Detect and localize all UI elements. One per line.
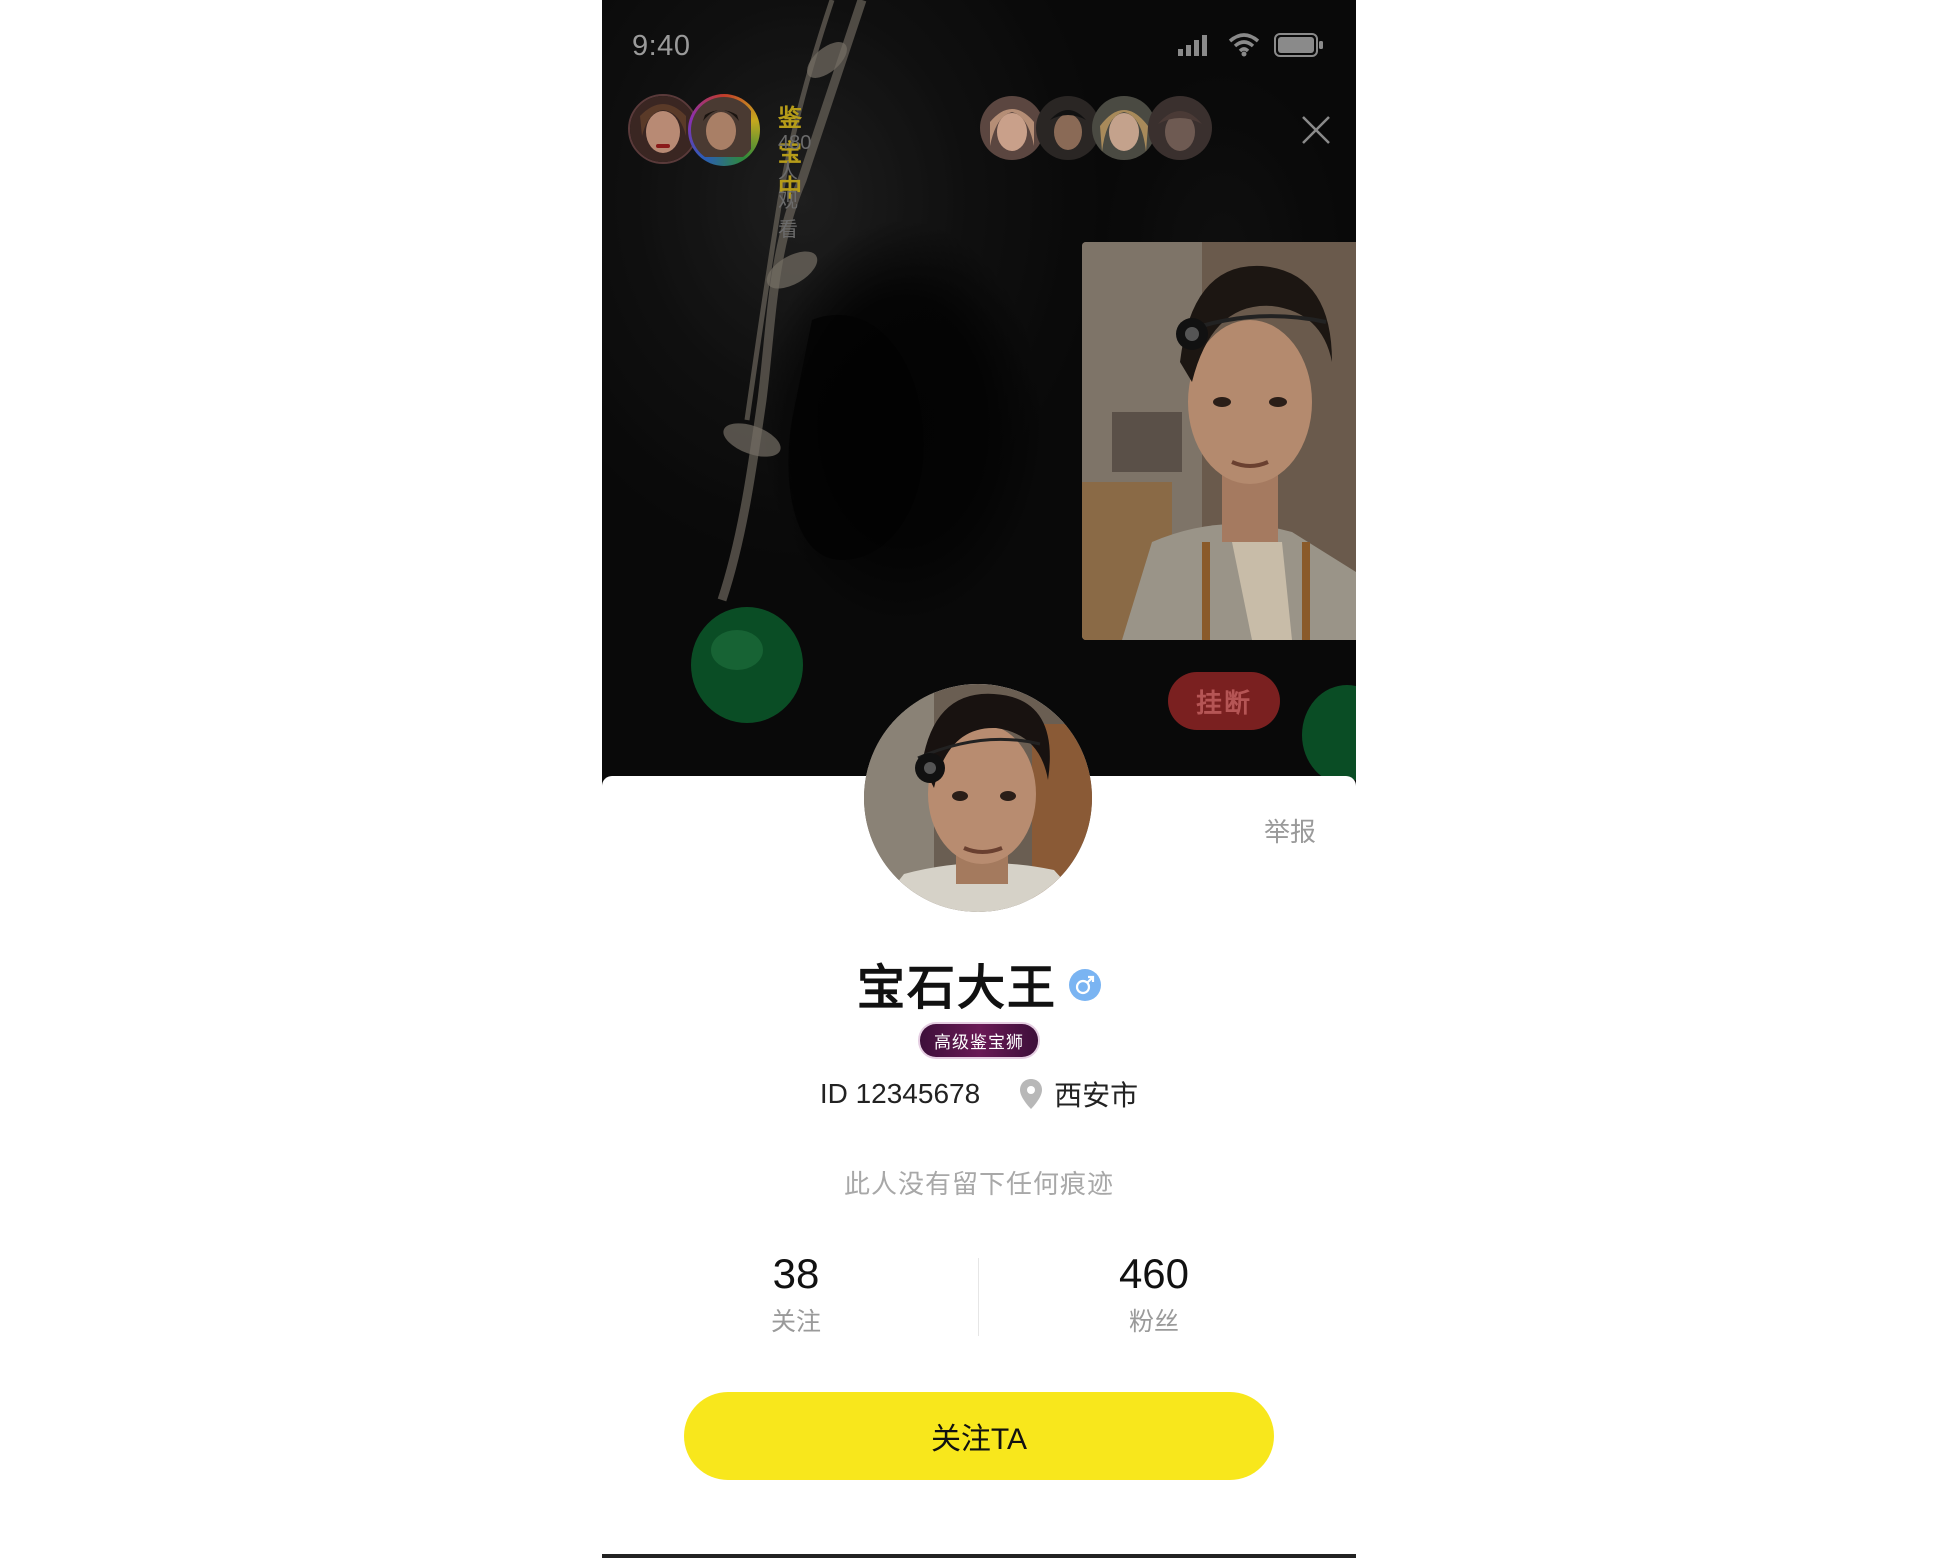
wifi-icon <box>1228 33 1260 57</box>
bottom-edge <box>602 1554 1356 1558</box>
profile-location: 西安市 <box>1020 1074 1138 1114</box>
stat-following-label: 关注 <box>770 1308 821 1336</box>
profile-meta-row: ID 12345678 西安市 <box>602 1074 1356 1114</box>
appraiser-video-pip[interactable] <box>1082 242 1356 640</box>
profile-bio: 此人没有留下任何痕迹 <box>843 1169 1114 1199</box>
stat-following-count: 38 <box>772 1250 820 1297</box>
profile-stats: 38 关注 460 粉丝 <box>602 1250 1356 1340</box>
report-button[interactable]: 举报 <box>1264 812 1316 849</box>
profile-location-text: 西安市 <box>1054 1080 1139 1111</box>
profile-name: 宝石大王 <box>856 960 1057 1016</box>
viewer-avatar[interactable] <box>1036 96 1100 160</box>
signal-icon <box>1178 35 1207 56</box>
hangup-button[interactable]: 挂断 <box>1168 672 1280 730</box>
viewer-avatar[interactable] <box>1092 96 1156 160</box>
level-badge: 高级鉴宝狮 <box>920 1024 1038 1057</box>
location-pin-icon <box>1020 1079 1043 1109</box>
host-viewer-count: 480人观看 <box>778 132 812 241</box>
host-avatar-appraiser[interactable] <box>688 94 760 166</box>
stat-followers[interactable]: 460 粉丝 <box>1054 1250 1254 1338</box>
profile-avatar[interactable] <box>864 684 1092 912</box>
stat-followers-label: 粉丝 <box>1128 1308 1179 1336</box>
battery-icon <box>1274 33 1323 57</box>
phone-screen: 9:40 鉴宝中 480人观看 挂断 举报 宝石大王 高级鉴宝狮 ID 1234… <box>602 0 1356 1558</box>
close-button[interactable] <box>1300 114 1332 146</box>
close-icon <box>1302 116 1330 144</box>
follow-button[interactable]: 关注TA <box>684 1392 1274 1480</box>
viewer-avatar[interactable] <box>1148 96 1212 160</box>
status-bar: 9:40 <box>602 0 1356 90</box>
status-icons <box>1178 30 1324 60</box>
profile-id: ID 12345678 <box>819 1078 981 1109</box>
stat-followers-count: 460 <box>1118 1250 1190 1297</box>
profile-name-row: 宝石大王 <box>602 948 1356 1018</box>
stat-following[interactable]: 38 关注 <box>696 1250 896 1338</box>
viewer-avatar[interactable] <box>980 96 1044 160</box>
status-time: 9:40 <box>632 30 691 62</box>
male-icon <box>1069 969 1101 1001</box>
stat-divider <box>978 1258 979 1336</box>
badge-row: 高级鉴宝狮 <box>602 1024 1356 1057</box>
